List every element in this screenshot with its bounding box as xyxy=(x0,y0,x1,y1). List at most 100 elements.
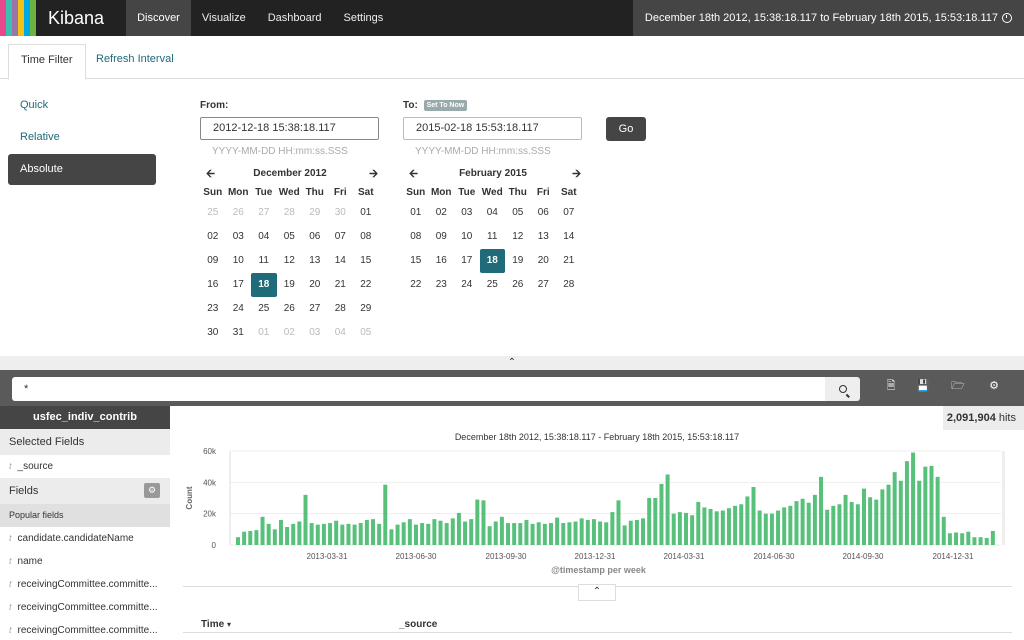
selected-day[interactable]: 18 xyxy=(479,249,505,273)
calendar-day[interactable]: 20 xyxy=(531,249,557,273)
calendar-day[interactable]: 09 xyxy=(200,249,226,273)
calendar-day[interactable]: 02 xyxy=(429,201,455,225)
tab-time-filter[interactable]: Time Filter xyxy=(8,44,86,80)
calendar-day[interactable]: 23 xyxy=(429,273,455,297)
mode-quick[interactable]: Quick xyxy=(8,90,156,121)
calendar-day[interactable]: 07 xyxy=(328,225,354,249)
calendar-day[interactable]: 03 xyxy=(302,321,328,345)
gear-icon[interactable]: ⚙ xyxy=(987,379,1001,393)
calendar-day[interactable]: 10 xyxy=(226,249,252,273)
calendar-day[interactable]: 04 xyxy=(328,321,354,345)
calendar-day[interactable]: 16 xyxy=(429,249,455,273)
calendar-day[interactable]: 11 xyxy=(480,225,506,249)
calendar-day[interactable]: 09 xyxy=(429,225,455,249)
calendar-day[interactable]: 11 xyxy=(251,249,277,273)
calendar-day[interactable]: 06 xyxy=(531,201,557,225)
calendar-day[interactable]: 22 xyxy=(353,273,379,297)
time-range-button[interactable]: December 18th 2012, 15:38:18.117 to Febr… xyxy=(632,0,1024,36)
calendar-day[interactable]: 03 xyxy=(226,225,252,249)
calendar-day[interactable]: 02 xyxy=(200,225,226,249)
open-folder-icon[interactable]: 🗁 xyxy=(951,379,965,393)
calendar-day[interactable]: 01 xyxy=(403,201,429,225)
calendar-day[interactable]: 04 xyxy=(251,225,277,249)
calendar-day[interactable]: 03 xyxy=(454,201,480,225)
calendar-day[interactable]: 06 xyxy=(302,225,328,249)
nav-settings[interactable]: Settings xyxy=(333,0,395,36)
calendar-day[interactable]: 22 xyxy=(403,273,429,297)
calendar-day[interactable]: 26 xyxy=(277,297,303,321)
calendar-day[interactable]: 27 xyxy=(531,273,557,297)
calendar-day[interactable]: 24 xyxy=(454,273,480,297)
calendar-day[interactable]: 07 xyxy=(556,201,582,225)
brand-logo[interactable]: Kibana xyxy=(48,8,104,29)
calendar-day[interactable]: 24 xyxy=(226,297,252,321)
calendar-day[interactable]: 30 xyxy=(200,321,226,345)
to-date-input[interactable]: 2015-02-18 15:53:18.117 xyxy=(403,117,582,140)
calendar-day[interactable]: 21 xyxy=(328,273,354,297)
calendar-day[interactable]: 14 xyxy=(328,249,354,273)
field-settings-gear-icon[interactable]: ⚙ xyxy=(144,483,160,498)
calendar-day[interactable]: 23 xyxy=(200,297,226,321)
calendar-day[interactable]: 01 xyxy=(353,201,379,225)
calendar-day[interactable]: 08 xyxy=(353,225,379,249)
calendar-day[interactable]: 05 xyxy=(353,321,379,345)
selected-day[interactable]: 18 xyxy=(251,273,277,297)
tab-refresh-interval[interactable]: Refresh Interval xyxy=(84,44,186,80)
field-item[interactable]: t name xyxy=(0,550,170,573)
calendar-day[interactable]: 05 xyxy=(505,201,531,225)
field-item[interactable]: t receivingCommittee.committe... xyxy=(0,573,170,596)
set-to-now-button[interactable]: Set To Now xyxy=(423,100,468,111)
calendar-day[interactable]: 30 xyxy=(328,201,354,225)
calendar-day[interactable]: 25 xyxy=(200,201,226,225)
calendar-day[interactable]: 14 xyxy=(556,225,582,249)
search-button[interactable] xyxy=(825,377,860,401)
calendar-day[interactable]: 20 xyxy=(302,273,328,297)
collapse-chart-button[interactable]: ⌃ xyxy=(578,584,616,601)
arrow-right-icon[interactable]: 🡪 xyxy=(572,166,581,182)
calendar-day[interactable]: 15 xyxy=(353,249,379,273)
nav-discover[interactable]: Discover xyxy=(126,0,191,36)
calendar-day[interactable]: 16 xyxy=(200,273,226,297)
calendar-day[interactable]: 21 xyxy=(556,249,582,273)
calendar-day[interactable]: 05 xyxy=(277,225,303,249)
calendar-day[interactable]: 10 xyxy=(454,225,480,249)
calendar-day[interactable]: 25 xyxy=(480,273,506,297)
from-date-input[interactable]: 2012-12-18 15:38:18.117 xyxy=(200,117,379,140)
calendar-day[interactable]: 12 xyxy=(505,225,531,249)
column-header-time[interactable]: Time ▾ xyxy=(201,619,231,630)
calendar-day[interactable]: 27 xyxy=(302,297,328,321)
calendar-day[interactable]: 28 xyxy=(328,297,354,321)
arrow-left-icon[interactable]: 🡨 xyxy=(206,166,215,182)
search-input[interactable]: * xyxy=(12,377,826,401)
arrow-left-icon[interactable]: 🡨 xyxy=(409,166,418,182)
nav-visualize[interactable]: Visualize xyxy=(191,0,257,36)
calendar-day[interactable]: 17 xyxy=(454,249,480,273)
field-item[interactable]: t candidate.candidateName xyxy=(0,527,170,550)
calendar-day[interactable]: 26 xyxy=(226,201,252,225)
calendar-day[interactable]: 31 xyxy=(226,321,252,345)
calendar-day[interactable]: 26 xyxy=(505,273,531,297)
calendar-day[interactable]: 17 xyxy=(226,273,252,297)
calendar-day[interactable]: 04 xyxy=(480,201,506,225)
calendar-day[interactable]: 27 xyxy=(251,201,277,225)
calendar-day[interactable]: 12 xyxy=(277,249,303,273)
calendar-day[interactable]: 02 xyxy=(277,321,303,345)
calendar-day[interactable]: 19 xyxy=(505,249,531,273)
go-button[interactable]: Go xyxy=(606,117,646,141)
calendar-day[interactable]: 28 xyxy=(556,273,582,297)
collapse-time-filter-button[interactable]: ⌃ xyxy=(0,356,1024,370)
mode-relative[interactable]: Relative xyxy=(8,122,156,153)
field-item[interactable]: t _source xyxy=(0,455,170,478)
field-item[interactable]: t receivingCommittee.committe... xyxy=(0,596,170,619)
mode-absolute[interactable]: Absolute xyxy=(8,154,156,185)
save-icon[interactable]: 💾 xyxy=(916,379,930,393)
index-pattern-title[interactable]: usfec_indiv_contrib xyxy=(0,406,170,429)
nav-dashboard[interactable]: Dashboard xyxy=(257,0,333,36)
arrow-right-icon[interactable]: 🡪 xyxy=(369,166,378,182)
new-search-icon[interactable]: 🗎 xyxy=(884,379,898,393)
calendar-day[interactable]: 29 xyxy=(353,297,379,321)
calendar-day[interactable]: 15 xyxy=(403,249,429,273)
column-header-source[interactable]: _source xyxy=(399,619,437,630)
calendar-day[interactable]: 01 xyxy=(251,321,277,345)
field-item[interactable]: t receivingCommittee.committe... xyxy=(0,619,170,640)
